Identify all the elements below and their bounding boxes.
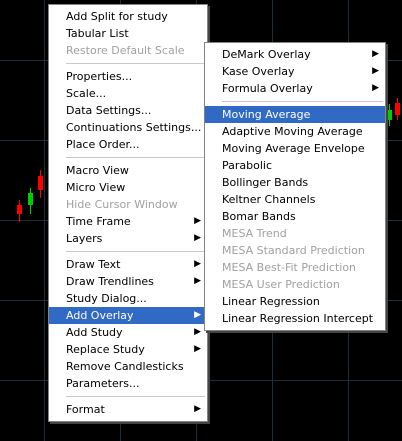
menu-item-label: Scale... <box>66 87 107 100</box>
menu-item-label: Format <box>66 403 105 416</box>
menu-separator <box>66 157 205 158</box>
menu-item-label: Restore Default Scale <box>66 44 185 57</box>
menu-item-moving-average-envelope[interactable]: Moving Average Envelope <box>205 140 385 157</box>
menu-separator <box>66 63 205 64</box>
menu-item-label: Replace Study <box>66 343 145 356</box>
menu-item-label: Parabolic <box>222 159 273 172</box>
submenu-arrow-icon: ▶ <box>372 49 379 59</box>
menu-item-label: Layers <box>66 232 103 245</box>
menu-item-add-study[interactable]: Add Study ▶ <box>49 324 207 341</box>
candlestick <box>387 110 392 120</box>
menu-item-label: Adaptive Moving Average <box>222 125 363 138</box>
menu-item-label: Draw Trendlines <box>66 275 154 288</box>
submenu-arrow-icon: ▶ <box>194 404 201 414</box>
candlestick <box>17 205 22 214</box>
menu-item-label: MESA Trend <box>222 227 287 240</box>
menu-separator <box>222 101 383 102</box>
menu-item-mesa-best-fit-prediction: MESA Best-Fit Prediction <box>205 259 385 276</box>
menu-item-tabular-list[interactable]: Tabular List <box>49 25 207 42</box>
candlestick <box>28 193 33 205</box>
submenu-arrow-icon: ▶ <box>194 216 201 226</box>
candlestick <box>38 176 43 190</box>
menu-item-label: Add Overlay <box>66 309 134 322</box>
menu-item-study-dialog[interactable]: Study Dialog... <box>49 290 207 307</box>
menu-item-label: MESA Standard Prediction <box>222 244 365 257</box>
menu-item-add-split-for-study[interactable]: Add Split for study <box>49 8 207 25</box>
menu-item-label: Add Split for study <box>66 10 168 23</box>
menu-item-label: Bomar Bands <box>222 210 296 223</box>
menu-item-label: Draw Text <box>66 258 121 271</box>
menu-item-parameters[interactable]: Parameters... <box>49 375 207 392</box>
submenu-arrow-icon: ▶ <box>372 83 379 93</box>
menu-item-label: MESA Best-Fit Prediction <box>222 261 357 274</box>
menu-item-linear-regression-intercept[interactable]: Linear Regression Intercept <box>205 310 385 327</box>
submenu-arrow-icon: ▶ <box>194 327 201 337</box>
menu-item-time-frame[interactable]: Time Frame ▶ <box>49 213 207 230</box>
menu-item-replace-study[interactable]: Replace Study ▶ <box>49 341 207 358</box>
menu-item-label: Macro View <box>66 164 129 177</box>
menu-item-macro-view[interactable]: Macro View <box>49 162 207 179</box>
menu-item-label: Time Frame <box>66 215 131 228</box>
menu-item-label: Linear Regression Intercept <box>222 312 374 325</box>
menu-item-label: Parameters... <box>66 377 140 390</box>
menu-item-draw-text[interactable]: Draw Text ▶ <box>49 256 207 273</box>
menu-item-micro-view[interactable]: Micro View <box>49 179 207 196</box>
menu-item-label: Moving Average Envelope <box>222 142 365 155</box>
submenu-arrow-icon: ▶ <box>372 66 379 76</box>
menu-item-add-overlay[interactable]: Add Overlay ▶ <box>49 307 207 324</box>
menu-item-kase-overlay[interactable]: Kase Overlay ▶ <box>205 63 385 80</box>
menu-item-label: Study Dialog... <box>66 292 147 305</box>
menu-item-label: Remove Candlesticks <box>66 360 184 373</box>
menu-item-restore-default-scale: Restore Default Scale <box>49 42 207 59</box>
menu-item-label: MESA User Prediction <box>222 278 340 291</box>
menu-item-layers[interactable]: Layers ▶ <box>49 230 207 247</box>
menu-item-label: DeMark Overlay <box>222 48 311 61</box>
menu-item-adaptive-moving-average[interactable]: Adaptive Moving Average <box>205 123 385 140</box>
menu-item-label: Bollinger Bands <box>222 176 309 189</box>
menu-separator <box>66 251 205 252</box>
menu-item-label: Formula Overlay <box>222 82 313 95</box>
menu-item-label: Micro View <box>66 181 126 194</box>
menu-item-hide-cursor-window: Hide Cursor Window <box>49 196 207 213</box>
menu-item-moving-average[interactable]: Moving Average <box>205 106 385 123</box>
menu-item-data-settings[interactable]: Data Settings... <box>49 102 207 119</box>
menu-item-label: Hide Cursor Window <box>66 198 178 211</box>
candlestick <box>395 103 400 115</box>
menu-item-label: Continuations Settings... <box>66 121 202 134</box>
menu-item-remove-candlesticks[interactable]: Remove Candlesticks <box>49 358 207 375</box>
menu-item-place-order[interactable]: Place Order... <box>49 136 207 153</box>
submenu-arrow-icon: ▶ <box>194 310 201 320</box>
menu-item-parabolic[interactable]: Parabolic <box>205 157 385 174</box>
menu-item-label: Properties... <box>66 70 133 83</box>
menu-item-bomar-bands[interactable]: Bomar Bands <box>205 208 385 225</box>
submenu-arrow-icon: ▶ <box>194 233 201 243</box>
menu-item-properties[interactable]: Properties... <box>49 68 207 85</box>
submenu-arrow-icon: ▶ <box>194 276 201 286</box>
menu-item-keltner-channels[interactable]: Keltner Channels <box>205 191 385 208</box>
submenu-arrow-icon: ▶ <box>194 344 201 354</box>
submenu-arrow-icon: ▶ <box>194 259 201 269</box>
menu-item-label: Keltner Channels <box>222 193 316 206</box>
menu-item-formula-overlay[interactable]: Formula Overlay ▶ <box>205 80 385 97</box>
menu-item-draw-trendlines[interactable]: Draw Trendlines ▶ <box>49 273 207 290</box>
add-overlay-submenu: DeMark Overlay ▶ Kase Overlay ▶ Formula Over… <box>204 42 386 331</box>
menu-item-label: Moving Average <box>222 108 311 121</box>
menu-item-label: Add Study <box>66 326 123 339</box>
menu-item-label: Linear Regression <box>222 295 320 308</box>
menu-item-mesa-user-prediction: MESA User Prediction <box>205 276 385 293</box>
menu-item-label: Tabular List <box>66 27 129 40</box>
menu-item-linear-regression[interactable]: Linear Regression <box>205 293 385 310</box>
menu-item-format[interactable]: Format ▶ <box>49 401 207 418</box>
menu-item-scale[interactable]: Scale... <box>49 85 207 102</box>
menu-item-continuations-settings[interactable]: Continuations Settings... <box>49 119 207 136</box>
menu-item-label: Data Settings... <box>66 104 152 117</box>
menu-item-bollinger-bands[interactable]: Bollinger Bands <box>205 174 385 191</box>
menu-item-label: Kase Overlay <box>222 65 295 78</box>
menu-item-label: Place Order... <box>66 138 140 151</box>
menu-item-mesa-trend: MESA Trend <box>205 225 385 242</box>
menu-separator <box>66 396 205 397</box>
menu-item-mesa-standard-prediction: MESA Standard Prediction <box>205 242 385 259</box>
menu-item-demark-overlay[interactable]: DeMark Overlay ▶ <box>205 46 385 63</box>
context-menu: Add Split for study Tabular List Restore D… <box>48 4 208 422</box>
